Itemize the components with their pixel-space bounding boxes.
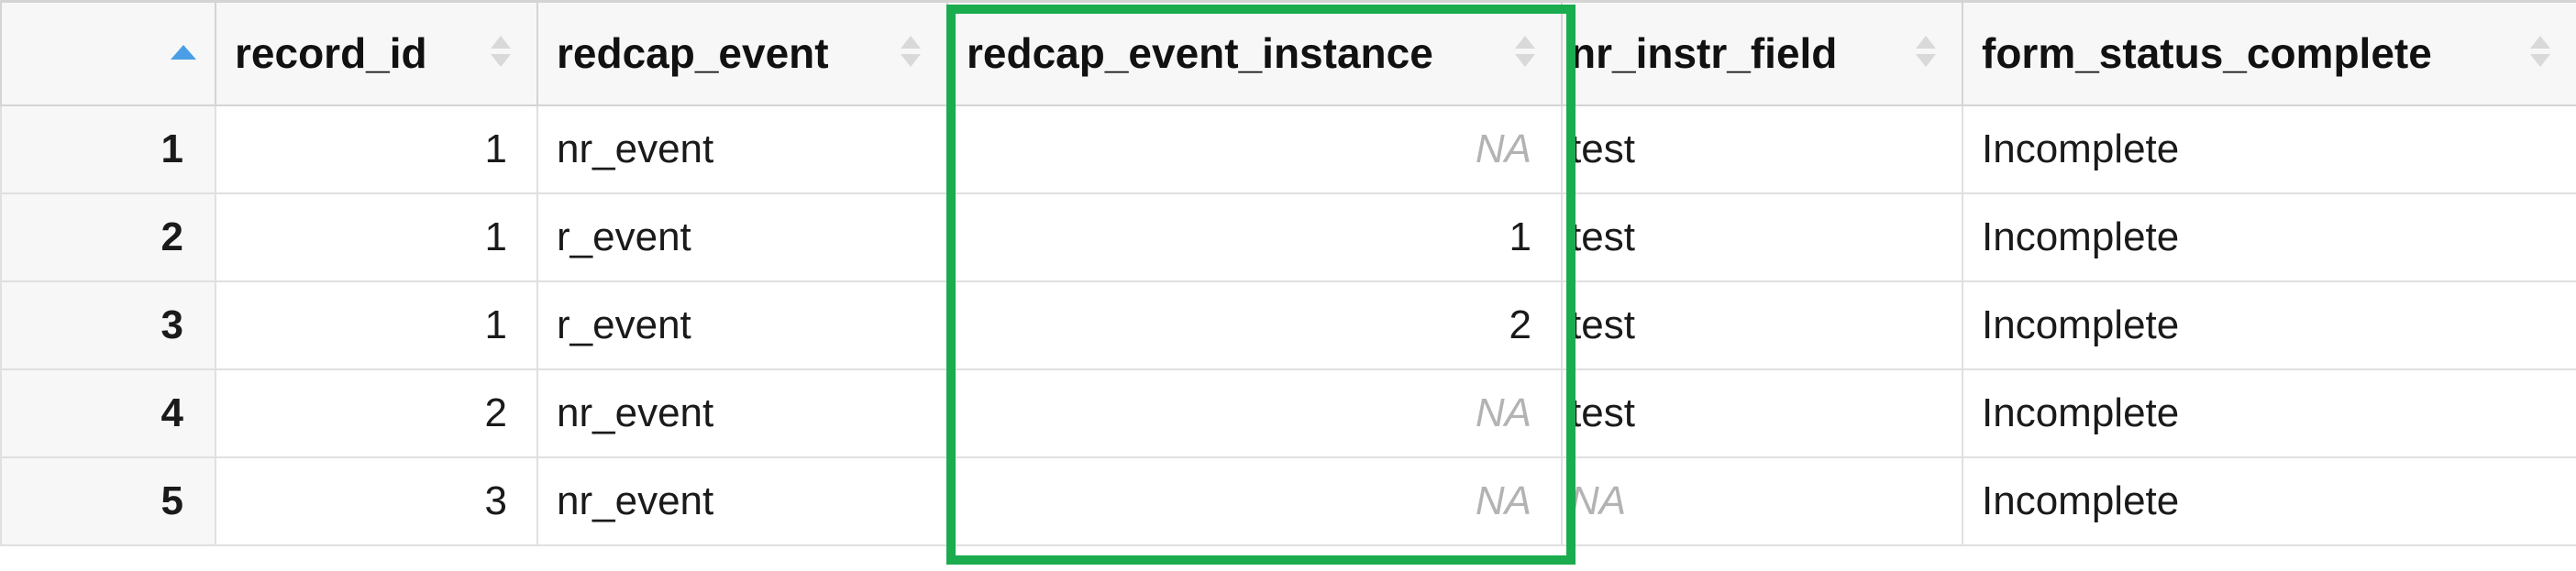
cell-form-status-complete: Incomplete [1962,456,2576,546]
column-header-redcap-event[interactable]: redcap_event [536,0,948,106]
column-header-label: redcap_event [557,29,829,78]
sort-both-icon[interactable] [1515,34,1535,71]
cell-nr-instr-field: NA [1561,456,1963,546]
column-header-label: record_id [235,29,427,78]
cell-record-id: 2 [215,368,538,458]
cell-nr-instr-field: test [1561,280,1963,370]
column-header-label: form_status_complete [1982,29,2432,78]
column-header-redcap-event-instance[interactable]: redcap_event_instance [946,0,1563,106]
cell-redcap-event: r_event [536,192,948,282]
sort-both-icon[interactable] [1916,34,1936,71]
cell-record-id: 1 [215,280,538,370]
cell-redcap-event-instance: 2 [946,280,1563,370]
sort-both-icon[interactable] [901,34,921,71]
cell-record-id: 1 [215,104,538,194]
column-header-label: redcap_event_instance [967,29,1433,78]
sort-both-icon[interactable] [491,34,511,71]
table-header: record_id redcap_event redcap_event_inst… [0,0,2576,106]
table-row: 4 2 nr_event NA test Incomplete [0,368,2576,458]
column-header-record-id[interactable]: record_id [215,0,538,106]
table-row: 5 3 nr_event NA NA Incomplete [0,456,2576,546]
cell-nr-instr-field: test [1561,368,1963,458]
cell-redcap-event: r_event [536,280,948,370]
row-number: 3 [0,280,216,370]
row-number: 5 [0,456,216,546]
row-number: 1 [0,104,216,194]
cell-form-status-complete: Incomplete [1962,104,2576,194]
cell-redcap-event-instance: NA [946,104,1563,194]
cell-form-status-complete: Incomplete [1962,192,2576,282]
cell-nr-instr-field: test [1561,192,1963,282]
cell-form-status-complete: Incomplete [1962,368,2576,458]
row-number: 4 [0,368,216,458]
column-header-form-status-complete[interactable]: form_status_complete [1962,0,2576,106]
table-body: 1 1 nr_event NA test Incomplete 2 1 r_ev… [0,104,2576,546]
cell-redcap-event: nr_event [536,368,948,458]
column-header-index[interactable] [0,0,216,106]
sort-both-icon[interactable] [2530,34,2550,71]
table-row: 1 1 nr_event NA test Incomplete [0,104,2576,194]
column-header-label: nr_instr_field [1570,29,1838,78]
header-row: record_id redcap_event redcap_event_inst… [0,0,2576,106]
cell-record-id: 3 [215,456,538,546]
row-number: 2 [0,192,216,282]
cell-redcap-event-instance: NA [946,456,1563,546]
sort-ascending-icon[interactable] [171,45,196,60]
cell-form-status-complete: Incomplete [1962,280,2576,370]
cell-redcap-event: nr_event [536,104,948,194]
data-viewer: record_id redcap_event redcap_event_inst… [0,0,2576,571]
cell-redcap-event-instance: 1 [946,192,1563,282]
cell-nr-instr-field: test [1561,104,1963,194]
table-row: 2 1 r_event 1 test Incomplete [0,192,2576,282]
column-header-nr-instr-field[interactable]: nr_instr_field [1561,0,1963,106]
data-table: record_id redcap_event redcap_event_inst… [0,0,2576,546]
cell-record-id: 1 [215,192,538,282]
cell-redcap-event: nr_event [536,456,948,546]
cell-redcap-event-instance: NA [946,368,1563,458]
table-row: 3 1 r_event 2 test Incomplete [0,280,2576,370]
